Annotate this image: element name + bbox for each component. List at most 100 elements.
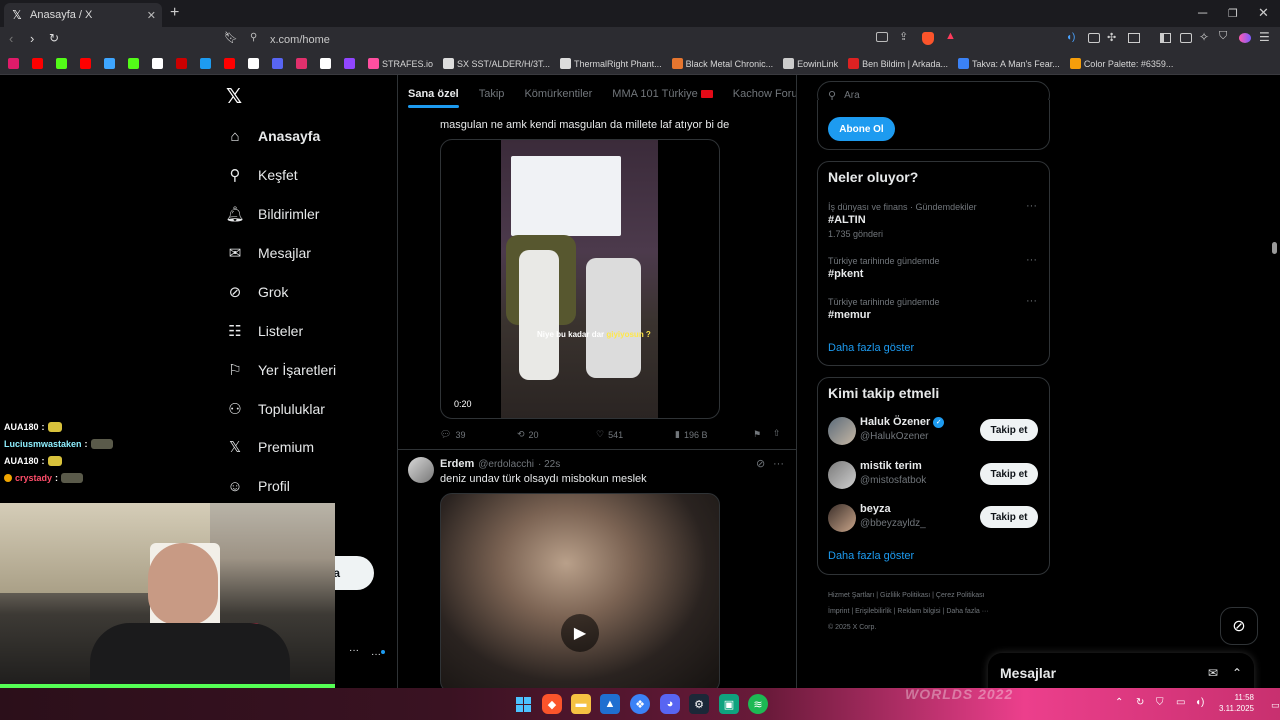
brave-shield-icon[interactable] bbox=[922, 32, 934, 45]
spotify-icon[interactable]: ≋ bbox=[748, 694, 768, 714]
bookmark-item[interactable] bbox=[320, 58, 334, 69]
trend-name[interactable]: #pkent bbox=[828, 268, 863, 280]
new-tab-button[interactable]: + bbox=[170, 4, 179, 22]
nav-item-home[interactable]: ⌂ Anasayfa bbox=[226, 125, 320, 147]
follow-button[interactable]: Takip et bbox=[980, 419, 1038, 441]
reply-action[interactable]: 💬︎ 39 bbox=[440, 429, 465, 440]
site-info-icon[interactable]: ⚲ bbox=[250, 32, 257, 43]
bookmark-item[interactable] bbox=[248, 58, 262, 69]
account-menu-icon[interactable]: ··· bbox=[371, 649, 381, 660]
bookmark-tweet-icon[interactable]: ⚑ bbox=[753, 429, 761, 440]
tray-volume-icon[interactable]: ◖) bbox=[1195, 697, 1204, 708]
subscribe-button[interactable]: Abone Ol bbox=[828, 117, 895, 141]
network-app-icon[interactable]: ❖ bbox=[630, 694, 650, 714]
tray-shield-icon[interactable]: ⛉ bbox=[1156, 697, 1164, 708]
back-icon[interactable]: ‹ bbox=[9, 31, 13, 46]
bookmark-item[interactable] bbox=[224, 58, 238, 69]
menu-icon[interactable]: ☰ bbox=[1259, 30, 1270, 44]
footer-link[interactable]: İmprint bbox=[828, 608, 849, 615]
notifications-icon[interactable]: ▭ bbox=[1271, 700, 1280, 711]
grok-tweet-icon[interactable]: ⊘ bbox=[756, 457, 765, 470]
tweet-video[interactable]: Niye bu kadar dar giyiyosun ? 0:20 bbox=[440, 139, 720, 419]
share-tweet-icon[interactable]: ⇧ bbox=[773, 428, 781, 439]
tab-feed[interactable]: Kachow Forum bbox=[733, 88, 796, 100]
tweet-more-icon[interactable]: ··· bbox=[773, 458, 784, 470]
tweet-video[interactable]: ▶ bbox=[440, 493, 720, 693]
brave-rewards-icon[interactable]: ▲ bbox=[945, 30, 956, 42]
tab-feed[interactable]: Sana özel bbox=[408, 88, 459, 108]
nav-item-profile[interactable]: ☺ Profil bbox=[226, 475, 290, 497]
tray-sync-icon[interactable]: ↻ bbox=[1136, 697, 1144, 708]
bookmark-item[interactable]: Color Palette: #6359... bbox=[1069, 58, 1173, 69]
trend-more-icon[interactable]: ··· bbox=[1026, 200, 1037, 212]
play-icon[interactable]: ▶ bbox=[561, 614, 599, 652]
maximize-icon[interactable]: ❐ bbox=[1228, 7, 1238, 20]
nav-item-mail[interactable]: ✉ Mesajlar bbox=[226, 242, 311, 264]
footer-link[interactable]: Gizlilik Politikası bbox=[880, 592, 930, 599]
like-action[interactable]: ♡ 541 bbox=[596, 429, 623, 440]
minimize-icon[interactable]: ─ bbox=[1198, 5, 1207, 20]
bookmark-item[interactable] bbox=[152, 58, 166, 69]
footer-link[interactable]: Hizmet Şartları bbox=[828, 592, 874, 599]
avatar[interactable] bbox=[408, 457, 434, 483]
tab-close-icon[interactable]: ✕ bbox=[147, 9, 156, 22]
follow-button[interactable]: Takip et bbox=[980, 506, 1038, 528]
tweet-time[interactable]: · 22s bbox=[538, 459, 560, 470]
tab-feed[interactable]: MMA 101 Türkiye bbox=[612, 88, 713, 100]
vpn-shield-icon[interactable]: ⛉ bbox=[1219, 30, 1227, 43]
views-action[interactable]: ▮ 196 B bbox=[675, 429, 707, 440]
screen-cast-icon[interactable] bbox=[876, 32, 888, 42]
expand-icon[interactable]: ⌃ bbox=[1232, 666, 1242, 680]
follow-user-name-row[interactable]: mistik terim bbox=[860, 460, 922, 472]
discord-icon[interactable]: ◕ bbox=[660, 694, 680, 714]
extension-box-icon[interactable] bbox=[1128, 33, 1140, 43]
window-close-icon[interactable]: ✕ bbox=[1258, 5, 1269, 21]
bookmark-item[interactable]: SX SST/ALDER/H/3T... bbox=[443, 58, 550, 69]
start-icon[interactable] bbox=[513, 694, 533, 714]
avatar[interactable] bbox=[828, 461, 856, 489]
file-explorer-icon[interactable]: ▬ bbox=[571, 694, 591, 714]
forward-icon[interactable]: › bbox=[30, 31, 34, 46]
bookmark-item[interactable] bbox=[128, 58, 142, 69]
bookmark-item[interactable]: Black Metal Chronic... bbox=[671, 58, 773, 69]
follow-user-name-row[interactable]: beyza bbox=[860, 503, 891, 515]
bookmark-item[interactable] bbox=[104, 58, 118, 69]
bookmark-item[interactable]: STRAFES.io bbox=[368, 58, 433, 69]
footer-link[interactable]: Çerez Politikası bbox=[936, 592, 985, 599]
trend-name[interactable]: #ALTIN bbox=[828, 214, 866, 226]
follow-user-name-row[interactable]: Haluk Özener ✓ bbox=[860, 416, 945, 428]
avatar[interactable] bbox=[828, 417, 856, 445]
tweet-author-handle[interactable]: @erdolacchi bbox=[478, 459, 534, 470]
footer-link[interactable]: Erişilebilirlik bbox=[855, 608, 892, 615]
brave-taskbar-icon[interactable]: ◆ bbox=[542, 694, 562, 714]
browser-tab[interactable]: 𝕏 Anasayfa / X ✕ bbox=[4, 3, 162, 27]
footer-link[interactable]: Daha fazla ··· bbox=[946, 608, 988, 615]
tab-feed[interactable]: Takip bbox=[479, 88, 505, 100]
steam-icon[interactable]: ⚙ bbox=[689, 694, 709, 714]
tray-chevron-icon[interactable]: ⌃ bbox=[1115, 697, 1123, 708]
nav-item-x-logo[interactable]: 𝕏 Premium bbox=[226, 436, 314, 458]
bookmark-item[interactable]: ThermalRight Phant... bbox=[560, 58, 662, 69]
bookmark-page-icon[interactable]: 🔖︎ bbox=[224, 31, 238, 44]
nav-item-bookmark[interactable]: ⚐ Yer İşaretleri bbox=[226, 359, 336, 381]
extension-image-icon[interactable] bbox=[1088, 33, 1100, 43]
nav-item-grok[interactable]: ⊘ Grok bbox=[226, 281, 289, 303]
nav-item-communities[interactable]: ⚇ Topluluklar bbox=[226, 398, 325, 420]
app-taskbar-icon[interactable]: ▲ bbox=[600, 694, 620, 714]
trend-name[interactable]: #memur bbox=[828, 309, 871, 321]
bookmark-item[interactable]: Takva: A Man's Fear... bbox=[958, 58, 1060, 69]
bookmark-item[interactable] bbox=[8, 58, 22, 69]
bookmark-item[interactable]: Ben Bildim | Arkada... bbox=[848, 58, 948, 69]
audio-icon[interactable]: ◖) bbox=[1066, 32, 1078, 44]
share-icon[interactable]: ⇪ bbox=[899, 30, 908, 43]
bookmark-item[interactable] bbox=[296, 58, 310, 69]
app-green-icon[interactable]: ▣ bbox=[719, 694, 739, 714]
avatar[interactable] bbox=[828, 504, 856, 532]
leo-ai-icon[interactable]: ✧ bbox=[1199, 30, 1209, 44]
tweet-author-name[interactable]: Erdem bbox=[440, 458, 474, 470]
tab-feed[interactable]: Kömürkentiler bbox=[524, 88, 592, 100]
nav-item-list[interactable]: ☷ Listeler bbox=[226, 320, 303, 342]
x-logo-icon[interactable]: 𝕏 bbox=[226, 84, 242, 109]
new-message-icon[interactable]: ✉ bbox=[1208, 666, 1218, 680]
bookmark-item[interactable] bbox=[80, 58, 94, 69]
